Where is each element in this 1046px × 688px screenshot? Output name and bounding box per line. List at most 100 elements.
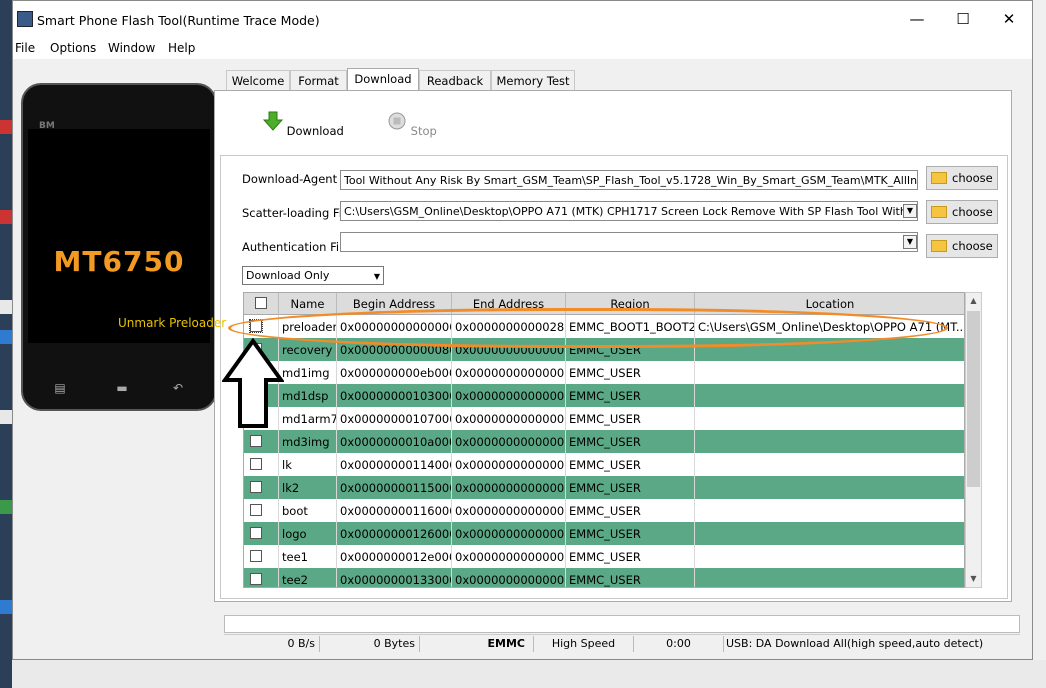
cell-begin-address: 0x0000000013300000	[337, 568, 452, 587]
folder-icon	[931, 206, 947, 218]
download-agent-choose-button[interactable]: choose	[926, 166, 998, 190]
tab-welcome[interactable]: Welcome	[226, 70, 290, 90]
table-row[interactable]: logo0x00000000126000000x0000000000000000…	[244, 522, 964, 545]
table-row[interactable]: md1img0x000000000eb000000x00000000000000…	[244, 361, 964, 384]
row-checkbox-cell	[244, 430, 279, 453]
cell-begin-address: 0x0000000012600000	[337, 522, 452, 545]
desktop-edge-left	[0, 0, 12, 688]
cell-region: EMMC_USER	[566, 361, 695, 384]
phone-image: BM MT6750 ▤ ▬ ↶	[21, 83, 217, 411]
auth-file-field[interactable]	[340, 232, 918, 252]
cell-region: EMMC_USER	[566, 453, 695, 476]
cell-begin-address: 0x000000000eb00000	[337, 361, 452, 384]
scrollbar-thumb[interactable]	[967, 311, 980, 487]
cell-partition-name: logo	[279, 522, 337, 545]
stop-label: Stop	[410, 124, 437, 138]
download-agent-field[interactable]: Tool Without Any Risk By Smart_GSM_Team\…	[340, 170, 918, 190]
tab-download[interactable]: Download	[347, 68, 419, 90]
download-mode-select[interactable]: Download Only ▼	[242, 266, 384, 285]
status-speed: 0 B/s	[224, 636, 320, 652]
chip-label: MT6750	[53, 245, 185, 278]
row-checkbox-cell	[244, 545, 279, 568]
menu-key-icon: ▤	[54, 381, 66, 395]
chevron-down-icon: ▼	[373, 272, 380, 281]
cell-location	[695, 568, 964, 587]
table-row[interactable]: md3img0x0000000010a000000x00000000000000…	[244, 430, 964, 453]
tab-readback[interactable]: Readback	[419, 70, 491, 90]
tab-memory-test[interactable]: Memory Test	[491, 70, 575, 90]
cell-region: EMMC_USER	[566, 499, 695, 522]
highlight-oval	[228, 308, 948, 348]
phone-screen: MT6750	[28, 129, 210, 343]
cell-end-address: 0x0000000000000000	[452, 545, 566, 568]
cell-location	[695, 361, 964, 384]
cell-begin-address: 0x0000000010a00000	[337, 430, 452, 453]
menu-window[interactable]: Window	[108, 41, 155, 55]
row-checkbox[interactable]	[250, 504, 262, 516]
menu-file[interactable]: File	[15, 41, 35, 55]
auth-choose-button[interactable]: choose	[926, 234, 998, 258]
stop-button[interactable]: Stop	[387, 111, 437, 138]
cell-end-address: 0x0000000000000000	[452, 499, 566, 522]
download-button[interactable]: Download	[262, 111, 344, 138]
scatter-file-label: Scatter-loading File	[242, 206, 353, 220]
scatter-file-field[interactable]: C:\Users\GSM_Online\Desktop\OPPO A71 (MT…	[340, 201, 918, 221]
scroll-up-icon[interactable]: ▲	[966, 293, 981, 309]
row-checkbox[interactable]	[250, 481, 262, 493]
cell-end-address: 0x0000000000000000	[452, 384, 566, 407]
scatter-dropdown-icon[interactable]: ▼	[903, 204, 917, 218]
stop-icon	[388, 112, 406, 130]
annotation-text: Unmark Preloader	[118, 316, 227, 330]
select-all-checkbox[interactable]	[255, 297, 267, 309]
row-checkbox[interactable]	[250, 550, 262, 562]
table-row[interactable]: md1dsp0x00000000103000000x00000000000000…	[244, 384, 964, 407]
cell-begin-address: 0x0000000011500000	[337, 476, 452, 499]
menu-help[interactable]: Help	[168, 41, 195, 55]
cell-location	[695, 384, 964, 407]
choose-label: choose	[952, 239, 993, 253]
maximize-button[interactable]: ☐	[940, 1, 986, 37]
cell-location	[695, 430, 964, 453]
download-arrow-icon	[262, 111, 284, 131]
cell-begin-address: 0x0000000012e00000	[337, 545, 452, 568]
menu-options[interactable]: Options	[50, 41, 96, 55]
scatter-choose-button[interactable]: choose	[926, 200, 998, 224]
status-speed-mode: High Speed	[534, 636, 634, 652]
table-scrollbar[interactable]: ▲ ▼	[965, 292, 982, 588]
cell-region: EMMC_USER	[566, 430, 695, 453]
auth-dropdown-icon[interactable]: ▼	[903, 235, 917, 249]
close-button[interactable]: ✕	[986, 1, 1032, 37]
scroll-down-icon[interactable]: ▼	[966, 571, 981, 587]
cell-location	[695, 545, 964, 568]
table-row[interactable]: md1arm70x00000000107000000x0000000000000…	[244, 407, 964, 430]
cell-end-address: 0x0000000000000000	[452, 430, 566, 453]
progress-bar	[224, 615, 1020, 633]
cell-location	[695, 453, 964, 476]
table-row[interactable]: tee10x0000000012e000000x0000000000000000…	[244, 545, 964, 568]
cell-region: EMMC_USER	[566, 407, 695, 430]
header-name: Name	[279, 293, 337, 315]
table-row[interactable]: lk20x00000000115000000x0000000000000000E…	[244, 476, 964, 499]
table-row[interactable]: tee20x00000000133000000x0000000000000000…	[244, 568, 964, 587]
row-checkbox-cell	[244, 453, 279, 476]
folder-icon	[931, 172, 947, 184]
table-row[interactable]: lk0x00000000114000000x0000000000000000EM…	[244, 453, 964, 476]
title-bar: Smart Phone Flash Tool(Runtime Trace Mod…	[13, 1, 1032, 37]
status-bar: 0 B/s 0 Bytes EMMC High Speed 0:00 USB: …	[224, 634, 1020, 652]
row-checkbox[interactable]	[250, 435, 262, 447]
cell-partition-name: tee1	[279, 545, 337, 568]
desktop-edge-bottom	[12, 660, 1046, 688]
cell-region: EMMC_USER	[566, 522, 695, 545]
row-checkbox[interactable]	[250, 527, 262, 539]
cell-begin-address: 0x0000000011400000	[337, 453, 452, 476]
minimize-button[interactable]: —	[894, 1, 940, 37]
table-row[interactable]: boot0x00000000116000000x0000000000000000…	[244, 499, 964, 522]
folder-icon	[931, 240, 947, 252]
row-checkbox-cell	[244, 476, 279, 499]
row-checkbox[interactable]	[250, 573, 262, 585]
row-checkbox[interactable]	[250, 458, 262, 470]
tab-format[interactable]: Format	[290, 70, 347, 90]
cell-partition-name: boot	[279, 499, 337, 522]
select-all-header[interactable]	[244, 293, 279, 315]
status-time: 0:00	[634, 636, 724, 652]
